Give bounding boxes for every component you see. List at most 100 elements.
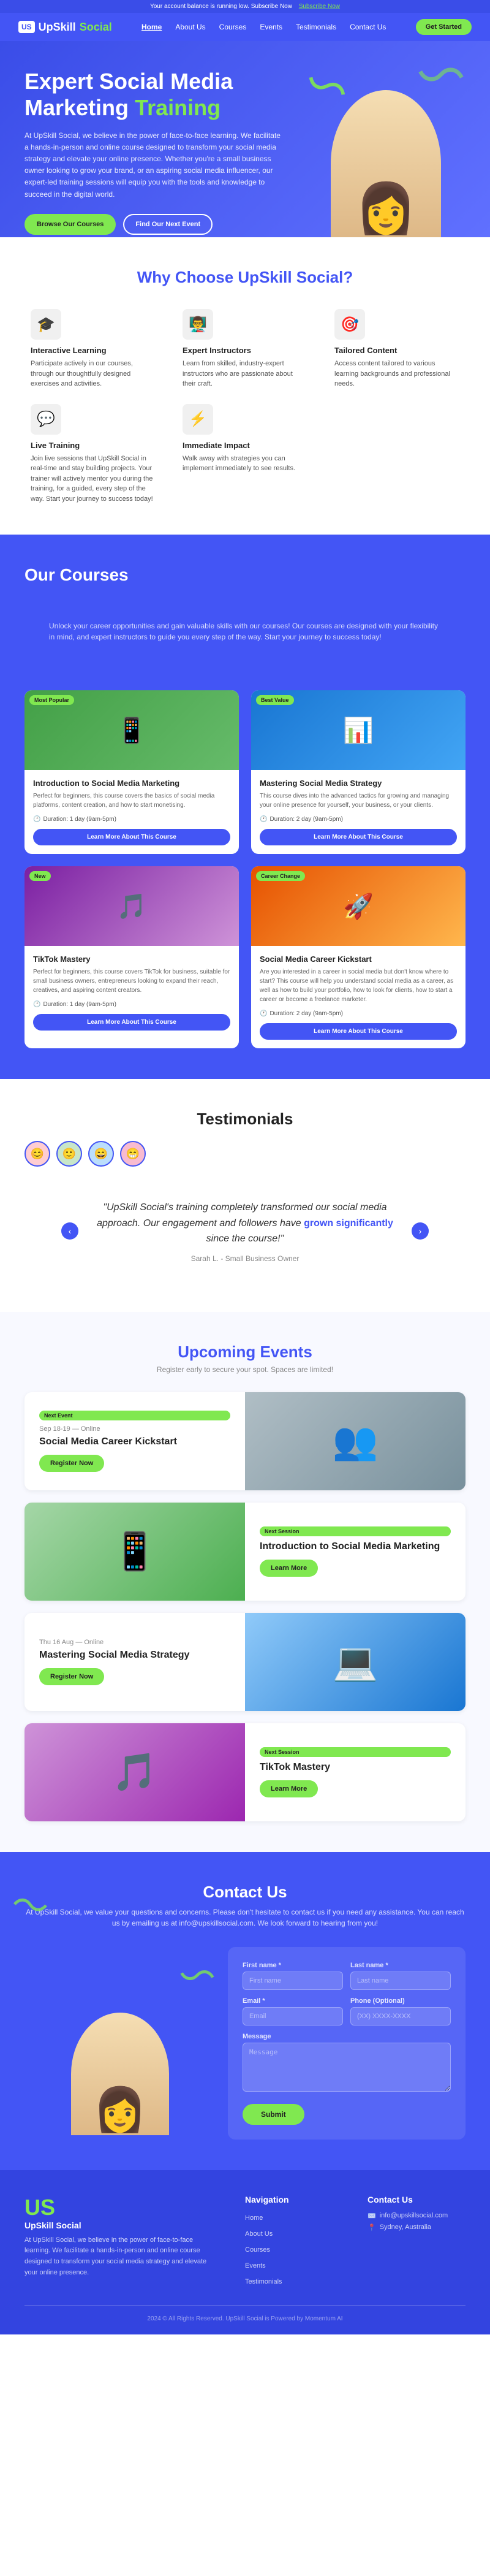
event-btn-4[interactable]: Learn More (260, 1780, 318, 1797)
event-tag-2: Next Session (260, 1526, 451, 1536)
feature-title-5: Immediate Impact (183, 441, 307, 450)
form-field-email: Email * (243, 1997, 343, 2025)
event-btn-3[interactable]: Register Now (39, 1668, 104, 1685)
email-input[interactable] (243, 2007, 343, 2025)
footer-link-courses[interactable]: Courses (245, 2246, 270, 2254)
carousel-prev-button[interactable]: ‹ (61, 1222, 78, 1240)
message-textarea[interactable] (243, 2043, 451, 2092)
event-row-3: Thu 16 Aug — Online Mastering Social Med… (24, 1613, 466, 1711)
course-title-1: Introduction to Social Media Marketing (33, 779, 230, 788)
testimonials-section: Testimonials 😊 🙂 😄 😁 ‹ "UpSkill Social's… (0, 1079, 490, 1312)
logo[interactable]: US UpSkill Social (18, 21, 112, 34)
feature-decorative (328, 404, 466, 505)
course-title-2: Mastering Social Media Strategy (260, 779, 457, 788)
phone-input[interactable] (350, 2007, 451, 2025)
form-field-phone: Phone (Optional) (350, 1997, 451, 2025)
nav-home[interactable]: Home (141, 23, 162, 31)
nav-links: Home About Us Courses Events Testimonial… (141, 21, 386, 32)
testimonial-carousel: ‹ "UpSkill Social's training completely … (61, 1181, 429, 1281)
course-image-2: Best Value 📊 (251, 690, 466, 770)
course-duration-2: 🕐 Duration: 2 day (9am-5pm) (260, 816, 457, 823)
form-row-message: Message (243, 2033, 451, 2092)
event-tag-1: Next Event (39, 1411, 230, 1420)
hero-title-line2-normal: Marketing (24, 95, 129, 120)
event-title-3: Mastering Social Media Strategy (39, 1650, 230, 1661)
navbar-cta-button[interactable]: Get Started (416, 19, 472, 35)
testimonial-quote: "UpSkill Social's training completely tr… (86, 1200, 404, 1247)
why-title-normal: Why Choose (137, 268, 238, 286)
clock-icon-4: 🕐 (260, 1010, 267, 1017)
course-tag-3: New (29, 871, 51, 881)
feature-expert-instructors: 👨‍🏫 Expert Instructors Learn from skille… (176, 309, 314, 389)
event-image-2: 📱 (24, 1503, 245, 1601)
course-btn-3[interactable]: Learn More About This Course (33, 1014, 230, 1031)
find-event-button[interactable]: Find Our Next Event (123, 214, 213, 235)
notification-link[interactable]: Subscribe Now (299, 3, 340, 10)
hero-content: Expert Social Media Marketing Training A… (24, 68, 282, 235)
footer-link-events[interactable]: Events (245, 2262, 266, 2269)
feature-desc-1: Participate actively in our courses, thr… (31, 359, 156, 389)
email-label: Email * (243, 1997, 343, 2005)
courses-title: Our Courses (24, 565, 466, 585)
event-image-1: 👥 (245, 1392, 466, 1490)
email-icon: ✉️ (368, 2212, 376, 2220)
events-title: Upcoming Events (24, 1343, 466, 1362)
phone-label: Phone (Optional) (350, 1997, 451, 2005)
event-btn-1[interactable]: Register Now (39, 1455, 104, 1472)
contact-squiggle-bottom: 〜 (24, 1947, 216, 2000)
hero-buttons: Browse Our Courses Find Our Next Event (24, 214, 282, 235)
course-tag-2: Best Value (256, 695, 294, 705)
nav-about[interactable]: About Us (175, 23, 205, 31)
nav-events[interactable]: Events (260, 23, 282, 31)
testimonials-title: Testimonials (24, 1110, 466, 1129)
event-image-3: 💻 (245, 1613, 466, 1711)
course-card-1: Most Popular 📱 Introduction to Social Me… (24, 690, 239, 854)
event-title-4: TikTok Mastery (260, 1762, 451, 1773)
footer-link-testimonials[interactable]: Testimonials (245, 2278, 282, 2285)
courses-section: Our Courses Unlock your career opportuni… (0, 535, 490, 1079)
submit-button[interactable]: Submit (243, 2104, 304, 2125)
nav-courses[interactable]: Courses (219, 23, 247, 31)
courses-grid: Most Popular 📱 Introduction to Social Me… (24, 690, 466, 1048)
footer-brand-full: UpSkill Social (24, 2220, 221, 2230)
feature-desc-5: Walk away with strategies you can implem… (183, 454, 307, 474)
location-icon: 📍 (368, 2224, 376, 2231)
avatar-2: 🙂 (56, 1141, 82, 1167)
feature-desc-2: Learn from skilled, industry-expert inst… (183, 359, 307, 389)
course-duration-1: 🕐 Duration: 1 day (9am-5pm) (33, 816, 230, 823)
avatar-3: 😄 (88, 1141, 114, 1167)
course-duration-text-1: Duration: 1 day (9am-5pm) (43, 816, 116, 823)
why-title-suffix: ? (343, 268, 353, 286)
events-list: Next Event Sep 18-19 — Online Social Med… (24, 1392, 466, 1821)
logo-text: UpSkill (39, 21, 76, 34)
course-btn-4[interactable]: Learn More About This Course (260, 1023, 457, 1040)
course-image-4: Career Change 🚀 (251, 866, 466, 946)
feature-desc-4: Join live sessions that UpSkill Social i… (31, 454, 156, 505)
feature-icon-emoji-3: 🎯 (341, 316, 359, 333)
carousel-next-button[interactable]: › (412, 1222, 429, 1240)
lastname-input[interactable] (350, 1972, 451, 1990)
footer-link-about[interactable]: About Us (245, 2230, 273, 2238)
event-info-4: Next Session TikTok Mastery Learn More (245, 1723, 466, 1821)
hero-title-highlight: Training (135, 95, 221, 120)
firstname-input[interactable] (243, 1972, 343, 1990)
event-row-2: 📱 Next Session Introduction to Social Me… (24, 1503, 466, 1601)
feature-desc-3: Access content tailored to various learn… (334, 359, 459, 389)
features-grid: 🎓 Interactive Learning Participate activ… (24, 309, 466, 504)
course-btn-1[interactable]: Learn More About This Course (33, 829, 230, 845)
event-btn-2[interactable]: Learn More (260, 1560, 318, 1577)
nav-testimonials[interactable]: Testimonials (296, 23, 336, 31)
form-row-email: Email * Phone (Optional) (243, 1997, 451, 2025)
logo-box: US (18, 21, 35, 33)
avatar-row: 😊 🙂 😄 😁 (24, 1141, 466, 1167)
course-btn-2[interactable]: Learn More About This Course (260, 829, 457, 845)
browse-courses-button[interactable]: Browse Our Courses (24, 214, 116, 235)
footer-link-home[interactable]: Home (245, 2214, 263, 2222)
hero-description: At UpSkill Social, we believe in the pow… (24, 130, 282, 200)
nav-contact[interactable]: Contact Us (350, 23, 386, 31)
event-title-1: Social Media Career Kickstart (39, 1436, 230, 1447)
event-date-3: Thu 16 Aug — Online (39, 1639, 230, 1646)
form-field-lastname: Last name * (350, 1962, 451, 1990)
footer-top: US UpSkill Social At UpSkill Social, we … (24, 2195, 466, 2287)
quote-highlight: grown significantly (304, 1218, 393, 1229)
